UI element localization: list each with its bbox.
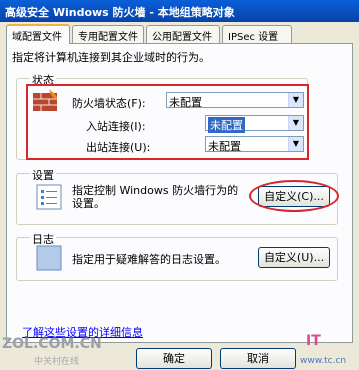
outbound-connections-value: 未配置	[208, 140, 241, 153]
chevron-down-icon[interactable]: ▼	[288, 116, 303, 130]
chevron-down-icon[interactable]: ▼	[288, 93, 303, 107]
chevron-down-icon[interactable]: ▼	[288, 137, 303, 151]
tab-public-profile[interactable]: 公用配置文件	[146, 25, 220, 43]
profile-description: 指定将计算机连接到其企业域时的行为。	[12, 51, 210, 64]
inbound-connections-value: 未配置	[208, 117, 245, 133]
tab-ipsec-settings[interactable]: IPSec 设置	[222, 25, 292, 43]
watermark-it: IT	[306, 333, 321, 349]
logging-description: 指定用于疑难解答的日志设置。	[72, 253, 226, 266]
settings-description-line2: 设置。	[72, 197, 105, 210]
settings-group-label: 设置	[30, 167, 56, 183]
inbound-connections-label: 入站连接(I):	[86, 120, 146, 133]
firewall-state-select[interactable]: 未配置 ▼	[166, 92, 304, 109]
customize-logging-button[interactable]: 自定义(U)...	[258, 247, 330, 268]
cancel-button[interactable]: 取消	[220, 348, 296, 369]
firewall-state-label: 防火墙状态(F):	[72, 97, 146, 110]
watermark-it-sub: www.tc.cn	[300, 356, 347, 366]
highlight-oval	[249, 180, 339, 212]
tab-domain-profile[interactable]: 域配置文件	[6, 24, 70, 44]
settings-list-icon	[36, 184, 62, 210]
outbound-connections-select[interactable]: 未配置 ▼	[205, 136, 304, 153]
log-file-icon	[36, 245, 62, 271]
tab-private-profile[interactable]: 专用配置文件	[72, 25, 144, 43]
window-title: 高级安全 Windows 防火墙 - 本地组策略对象	[0, 0, 359, 22]
firewall-brick-icon	[33, 89, 57, 111]
ok-button[interactable]: 确定	[136, 348, 212, 369]
watermark-zol: ZOL.COM.CN	[2, 336, 102, 352]
watermark-zol-sub: 中关村在线	[34, 357, 80, 367]
inbound-connections-select[interactable]: 未配置 ▼	[205, 115, 304, 133]
firewall-state-value: 未配置	[169, 96, 202, 109]
outbound-connections-label: 出站连接(U):	[86, 141, 151, 154]
